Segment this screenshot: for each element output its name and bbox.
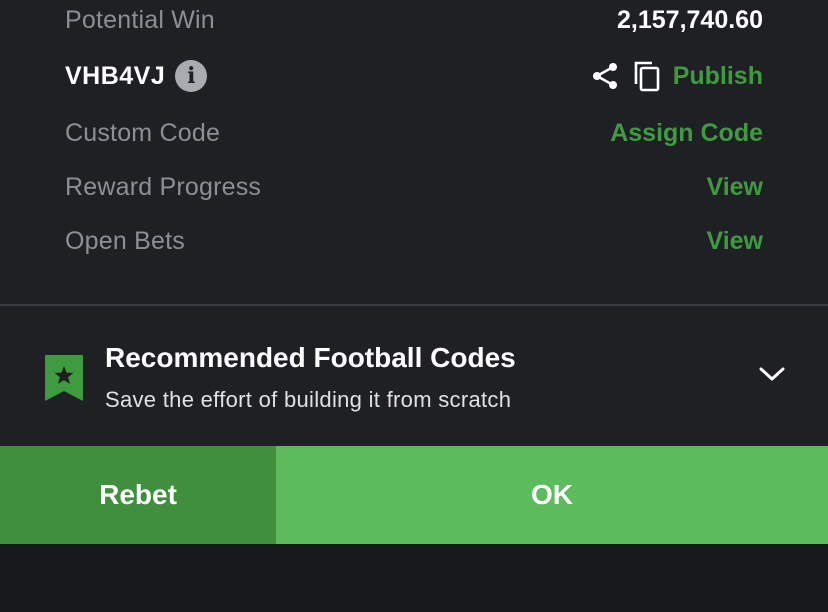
custom-code-label: Custom Code — [65, 118, 221, 147]
potential-win-label: Potential Win — [65, 5, 215, 34]
bottom-safe-area — [0, 544, 828, 612]
bookmark-star-icon — [44, 354, 84, 407]
reward-progress-view-link[interactable]: View — [706, 173, 763, 202]
rebet-button[interactable]: Rebet — [0, 446, 276, 544]
recommended-subtitle: Save the effort of building it from scra… — [105, 387, 512, 412]
potential-win-value: 2,157,740.60 — [617, 5, 763, 34]
bet-summary-panel: Potential Win 2,157,740.60 VHB4VJ i Publ… — [0, 0, 828, 304]
copy-icon[interactable] — [631, 59, 663, 93]
recommended-codes-panel[interactable]: Recommended Football Codes Save the effo… — [0, 306, 828, 446]
booking-code-row: VHB4VJ i Publish — [65, 56, 763, 96]
assign-code-link[interactable]: Assign Code — [610, 119, 763, 148]
ok-button[interactable]: OK — [276, 446, 828, 544]
custom-code-row: Custom Code Assign Code — [65, 113, 763, 153]
open-bets-view-link[interactable]: View — [706, 227, 763, 256]
open-bets-row: Open Bets View — [65, 221, 763, 261]
share-icon[interactable] — [589, 59, 621, 93]
chevron-down-icon[interactable] — [758, 364, 786, 389]
open-bets-label: Open Bets — [65, 226, 185, 255]
booking-code: VHB4VJ — [65, 61, 166, 90]
publish-link[interactable]: Publish — [673, 62, 763, 91]
reward-progress-label: Reward Progress — [65, 172, 262, 201]
info-icon[interactable]: i — [175, 60, 208, 92]
reward-progress-row: Reward Progress View — [65, 167, 763, 207]
recommended-title: Recommended Football Codes — [105, 342, 516, 373]
booking-code-group: VHB4VJ i — [65, 60, 208, 92]
bet-confirmation-screen: Potential Win 2,157,740.60 VHB4VJ i Publ… — [0, 0, 828, 612]
booking-code-actions: Publish — [589, 59, 763, 93]
action-button-bar: Rebet OK — [0, 446, 828, 544]
potential-win-row: Potential Win 2,157,740.60 — [65, 0, 763, 40]
